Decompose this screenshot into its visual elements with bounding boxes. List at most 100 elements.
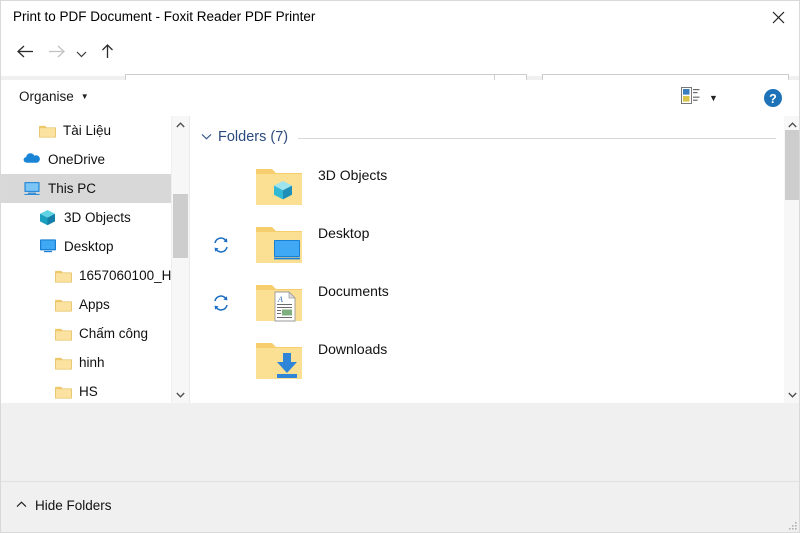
sidebar-item-this-pc[interactable]: This PC (1, 174, 171, 203)
file-list-pane[interactable]: Folders (7) 3D Objects Desktop A Documents D… (190, 116, 784, 403)
recent-locations-button[interactable] (71, 39, 91, 69)
navigation-bar: › This PC › (1, 34, 799, 104)
close-button[interactable] (755, 1, 799, 33)
organise-label: Organise (19, 89, 74, 104)
desktop-icon (39, 238, 57, 256)
filelist-scroll-down-button[interactable] (784, 386, 799, 403)
folder-3d-objects-icon (256, 169, 302, 205)
file-list-item[interactable]: Desktop (190, 216, 784, 274)
hide-folders-button[interactable]: Hide Folders (16, 498, 112, 513)
sidebar-item-label: hinh (79, 355, 105, 370)
this-pc-icon (23, 180, 41, 198)
change-view-button[interactable]: ▼ (681, 87, 718, 109)
svg-text:A: A (277, 295, 283, 304)
sidebar-item-desktop[interactable]: Desktop (1, 232, 171, 261)
resize-grip-icon[interactable] (786, 520, 798, 532)
sidebar-item-label: Apps (79, 297, 110, 312)
dialog-footer: Hide Folders Save Cancel (1, 481, 799, 532)
file-list-scrollbar[interactable] (784, 116, 799, 403)
sidebar-item-hs[interactable]: HS (1, 377, 171, 403)
sidebar-scrollbar[interactable] (171, 116, 189, 403)
sync-icon (212, 236, 230, 254)
sidebar-item-label: HS (79, 384, 98, 399)
up-button[interactable] (93, 39, 121, 69)
arrow-left-icon (16, 44, 35, 64)
hide-folders-label: Hide Folders (35, 498, 112, 513)
sidebar-item-label: Tài Liệu (63, 123, 112, 138)
file-list-item-label: Desktop (318, 225, 370, 241)
chevron-up-icon (176, 121, 185, 127)
sidebar-item-3d-objects[interactable]: 3D Objects (1, 203, 171, 232)
chevron-down-icon (176, 392, 185, 398)
chevron-up-icon (788, 121, 797, 127)
organise-button[interactable]: Organise ▼ (19, 89, 89, 104)
folder-downloads-icon (254, 339, 306, 383)
folder-icon (55, 270, 72, 283)
save-form: File name: File 1 Save as type: PDF file… (1, 403, 799, 481)
arrow-up-icon (100, 43, 115, 65)
folder-icon (55, 385, 72, 399)
folder-desktop-icon (254, 223, 306, 267)
sidebar-item-t-i-li-u[interactable]: Tài Liệu (1, 116, 171, 145)
arrow-right-icon (47, 44, 66, 64)
folder-icon (55, 298, 72, 312)
sidebar-item-label: 1657060100_Hà (79, 268, 171, 283)
group-divider (298, 137, 776, 139)
sidebar-item-label: 3D Objects (64, 210, 131, 225)
folder-downloads-icon (256, 343, 302, 379)
back-button[interactable] (11, 39, 39, 69)
folder-icon (55, 269, 72, 283)
folder-icon (55, 328, 72, 341)
help-button[interactable]: ? (763, 88, 783, 108)
sidebar-scroll-thumb[interactable] (173, 194, 188, 258)
chevron-down-icon (788, 392, 797, 398)
sync-icon (214, 237, 228, 253)
view-layout-icon (681, 87, 700, 109)
save-as-dialog: Print to PDF Document - Foxit Reader PDF… (0, 0, 800, 533)
file-list-item[interactable]: A Documents (190, 274, 784, 332)
sidebar-item-label: Desktop (64, 239, 114, 254)
chevron-down-icon (76, 45, 87, 63)
sidebar-item-1657060100-h[interactable]: 1657060100_Hà (1, 261, 171, 290)
desktop-icon (40, 238, 56, 252)
close-icon (772, 11, 785, 24)
command-toolbar: Organise ▼ ▼ ? (1, 80, 799, 117)
help-icon: ? (763, 89, 783, 112)
folders-group-header[interactable]: Folders (7) (201, 129, 776, 145)
onedrive-icon (23, 151, 41, 169)
sync-icon (212, 294, 230, 312)
this-pc-icon (24, 181, 40, 195)
file-list-item[interactable]: 3D Objects (190, 158, 784, 216)
sidebar-item-label: Chấm công (79, 326, 149, 341)
folders-group-label: Folders (7) (218, 129, 289, 145)
folder-icon (39, 125, 56, 138)
sidebar-item-hinh[interactable]: hinh (1, 348, 171, 377)
dialog-content: Tài Liệu OneDrive This PC 3D Objects Desktop… (1, 116, 799, 403)
sidebar-item-ch-m-c-ng[interactable]: Chấm công (1, 319, 171, 348)
folder-icon (55, 386, 72, 399)
sidebar-item-label: This PC (48, 181, 97, 196)
file-list-item-label: Downloads (318, 341, 388, 357)
folder-3d-objects-icon (254, 165, 306, 209)
chevron-down-icon: ▼ (80, 92, 89, 101)
onedrive-icon (23, 152, 40, 163)
filelist-scroll-thumb[interactable] (785, 130, 799, 200)
sidebar-scroll-up-button[interactable] (172, 116, 189, 133)
chevron-down-icon: ▼ (709, 93, 718, 103)
window-title: Print to PDF Document - Foxit Reader PDF… (13, 9, 316, 24)
forward-button[interactable] (42, 39, 70, 69)
chevron-up-icon (16, 500, 27, 511)
folder-documents-icon: A (254, 281, 306, 325)
navigation-tree[interactable]: Tài Liệu OneDrive This PC 3D Objects Desktop… (1, 116, 171, 403)
folder-documents-icon: A (256, 285, 302, 322)
folder-icon (39, 124, 56, 138)
sync-icon (214, 295, 228, 311)
file-list-item[interactable]: Downloads (190, 332, 784, 390)
folder-desktop-icon (256, 227, 302, 263)
sidebar-scroll-down-button[interactable] (172, 386, 189, 403)
sidebar-item-label: OneDrive (48, 152, 106, 167)
sidebar-item-onedrive[interactable]: OneDrive (1, 145, 171, 174)
sidebar-item-apps[interactable]: Apps (1, 290, 171, 319)
chevron-down-icon[interactable] (201, 131, 212, 143)
title-bar: Print to PDF Document - Foxit Reader PDF… (1, 1, 799, 34)
